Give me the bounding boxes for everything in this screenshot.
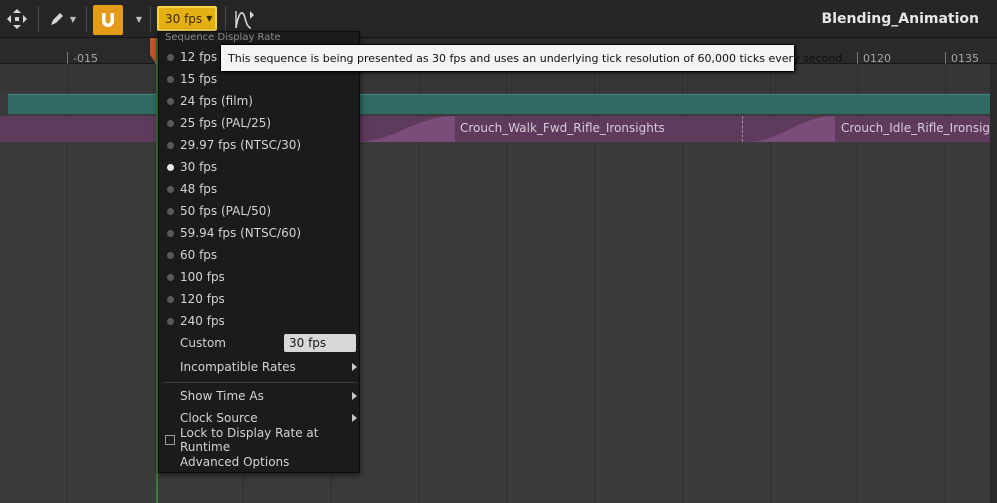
- toolbar-separator: [38, 6, 39, 32]
- submenu-label: Incompatible Rates: [180, 360, 296, 374]
- rate-option-59-94[interactable]: 59.94 fps (NTSC/60): [159, 222, 359, 244]
- menu-separator: [163, 382, 357, 383]
- advanced-options-item[interactable]: Advanced Options: [159, 451, 359, 473]
- rate-option-100[interactable]: 100 fps: [159, 266, 359, 288]
- radio-icon: [167, 274, 174, 281]
- radio-icon: [167, 186, 174, 193]
- radio-icon: [167, 252, 174, 259]
- blend-curve: [355, 116, 455, 142]
- display-rate-tooltip: This sequence is being presented as 30 f…: [220, 44, 846, 72]
- rate-label: 24 fps (film): [180, 94, 253, 108]
- display-rate-menu: Sequence Display Rate 12 fps 15 fps 24 f…: [158, 31, 360, 473]
- radio-icon: [167, 208, 174, 215]
- rate-option-48[interactable]: 48 fps: [159, 178, 359, 200]
- rate-option-240[interactable]: 240 fps: [159, 310, 359, 332]
- toolbar-separator: [150, 6, 151, 32]
- incompatible-rates-submenu[interactable]: Incompatible Rates: [159, 356, 359, 378]
- ruler-tick: [67, 52, 68, 64]
- show-time-as-submenu[interactable]: Show Time As: [159, 385, 359, 407]
- chevron-down-icon[interactable]: ▼: [134, 7, 144, 31]
- rate-option-25[interactable]: 25 fps (PAL/25): [159, 112, 359, 134]
- radio-icon: [167, 230, 174, 237]
- rate-option-29-97[interactable]: 29.97 fps (NTSC/30): [159, 134, 359, 156]
- option-label: Lock to Display Rate at Runtime: [180, 426, 319, 454]
- chevron-right-icon: [352, 392, 357, 400]
- sequencer-toolbar: ▼ ▼ 30 fps ▼ Blending_Animation: [0, 0, 997, 38]
- menu-heading: Sequence Display Rate: [165, 32, 281, 43]
- radio-icon: [167, 120, 174, 127]
- rate-option-24[interactable]: 24 fps (film): [159, 90, 359, 112]
- lock-display-rate-checkbox[interactable]: [165, 435, 175, 445]
- rate-label: 12 fps: [180, 50, 218, 64]
- ruler-tick: [857, 52, 858, 64]
- rate-option-60[interactable]: 60 fps: [159, 244, 359, 266]
- pencil-icon[interactable]: [46, 7, 68, 31]
- animation-clip-track[interactable]: Crouch_Walk_Fwd_Rifle_Ironsights Crouch_…: [0, 116, 997, 142]
- clip-divider: [742, 116, 743, 142]
- toolbar-separator: [86, 6, 87, 32]
- rate-option-50[interactable]: 50 fps (PAL/50): [159, 200, 359, 222]
- radio-icon: [167, 318, 174, 325]
- rate-option-30[interactable]: 30 fps: [159, 156, 359, 178]
- ruler-tick: [945, 52, 946, 64]
- rate-label: 48 fps: [180, 182, 218, 196]
- rate-label: 59.94 fps (NTSC/60): [180, 226, 302, 240]
- custom-rate-input[interactable]: 30 fps: [284, 334, 356, 352]
- submenu-label: Show Time As: [180, 389, 264, 403]
- chevron-right-icon: [352, 363, 357, 371]
- rate-label: 240 fps: [180, 314, 225, 328]
- display-rate-label: 30 fps: [165, 11, 203, 26]
- lock-display-rate-option[interactable]: Lock to Display Rate at Runtime: [159, 426, 359, 454]
- rate-label: 15 fps: [180, 72, 218, 86]
- chevron-down-icon[interactable]: ▼: [68, 7, 78, 31]
- radio-icon: [167, 296, 174, 303]
- radio-icon: [167, 98, 174, 105]
- chevron-down-icon: ▼: [206, 14, 213, 23]
- chevron-right-icon: [352, 414, 357, 422]
- rate-option-120[interactable]: 120 fps: [159, 288, 359, 310]
- rate-label: 100 fps: [180, 270, 225, 284]
- track-area[interactable]: Crouch_Walk_Fwd_Rifle_Ironsights Crouch_…: [0, 64, 997, 503]
- radio-icon: [167, 142, 174, 149]
- custom-label: Custom: [180, 336, 226, 350]
- track-scrollbar[interactable]: [990, 64, 997, 503]
- radio-icon: [167, 76, 174, 83]
- tooltip-text: This sequence is being presented as 30 f…: [228, 51, 846, 65]
- rate-label: 30 fps: [180, 160, 218, 174]
- rate-label: 60 fps: [180, 248, 218, 262]
- radio-icon: [167, 54, 174, 61]
- display-rate-button[interactable]: 30 fps ▼: [157, 6, 217, 31]
- transform-icon[interactable]: [4, 7, 30, 31]
- clip-label-idle: Crouch_Idle_Rifle_Ironsights: [841, 121, 997, 135]
- magnet-icon[interactable]: [93, 5, 123, 35]
- option-label: Advanced Options: [180, 455, 290, 469]
- toolbar-separator: [225, 6, 226, 32]
- rate-label: 25 fps (PAL/25): [180, 116, 272, 130]
- rate-label: 29.97 fps (NTSC/30): [180, 138, 302, 152]
- clip-label-walk: Crouch_Walk_Fwd_Rifle_Ironsights: [460, 121, 665, 135]
- curve-icon[interactable]: [232, 7, 258, 31]
- sequence-title: Blending_Animation: [821, 11, 979, 27]
- blend-curve: [745, 116, 835, 142]
- custom-rate-row: Custom 30 fps: [159, 332, 359, 354]
- rate-label: 50 fps (PAL/50): [180, 204, 272, 218]
- radio-selected-icon: [167, 164, 174, 171]
- rate-label: 120 fps: [180, 292, 225, 306]
- submenu-label: Clock Source: [180, 411, 258, 425]
